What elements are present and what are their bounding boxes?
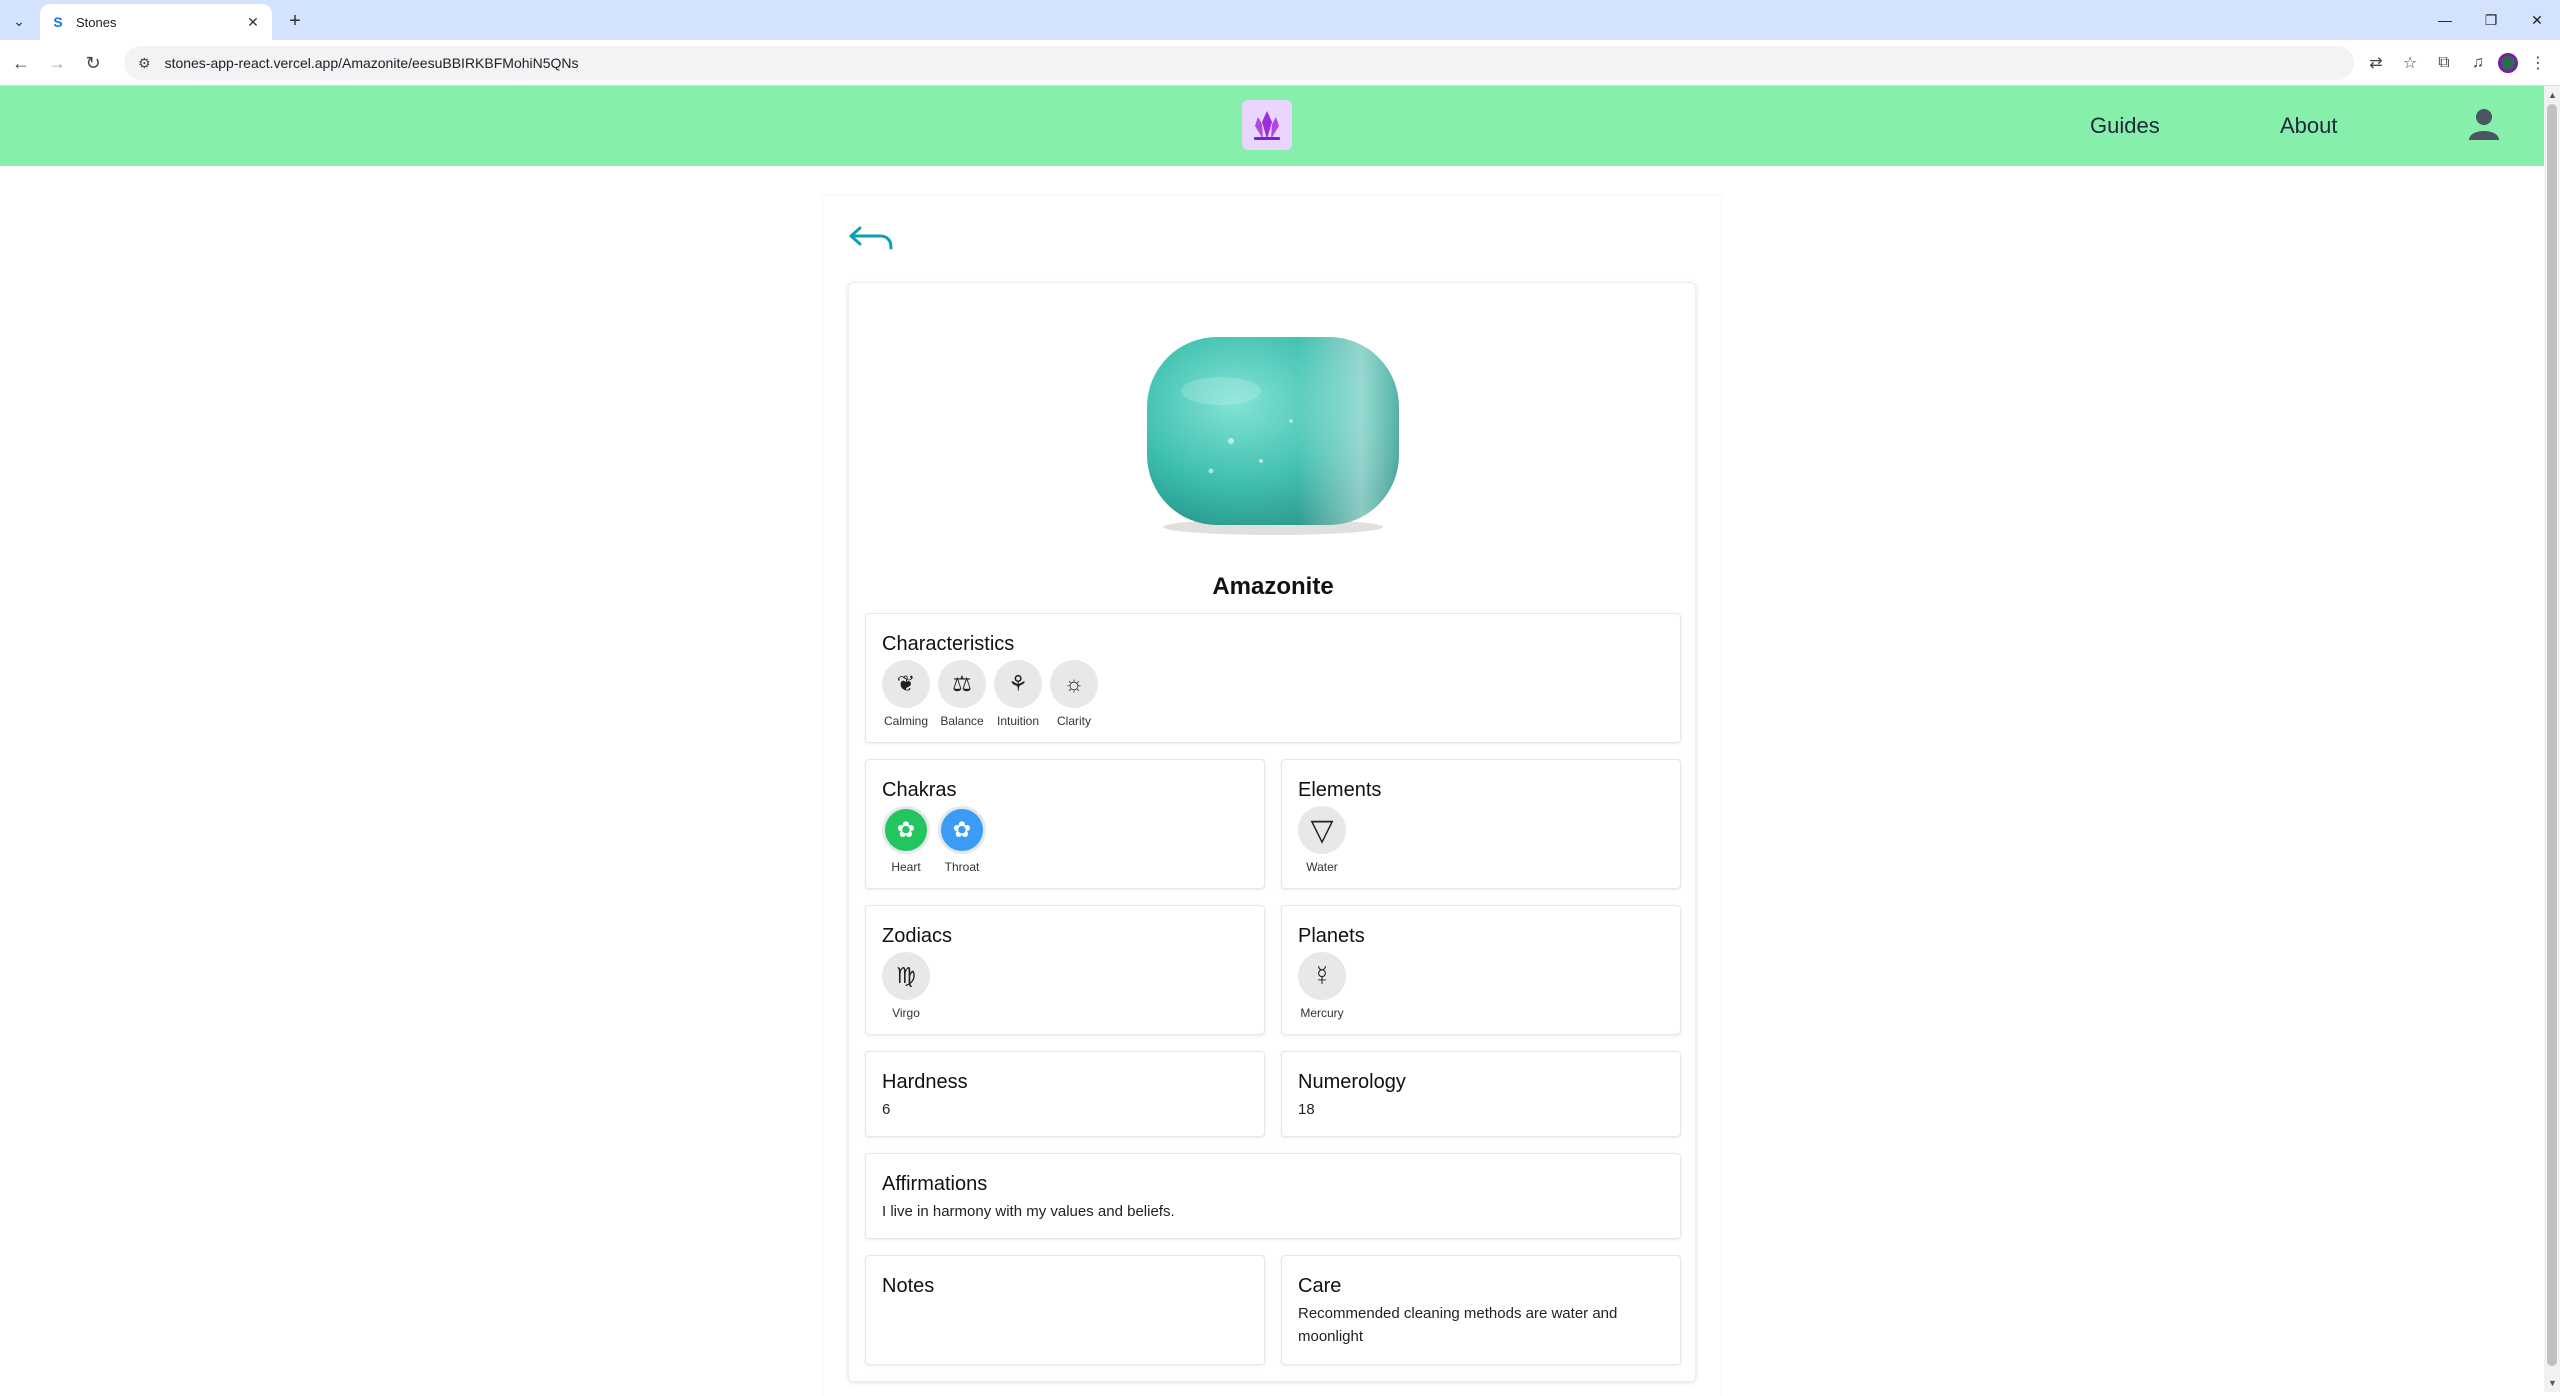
hardness-title: Hardness <box>882 1071 968 1093</box>
toolbar-actions: ⇄ ☆ ⧉ ♫ ⋮ <box>2362 50 2552 76</box>
page-scrollbar[interactable]: ▲ ▼ <box>2544 86 2560 1392</box>
planets-title: Planets <box>1298 925 1365 947</box>
user-account-icon[interactable] <box>2466 106 2502 142</box>
numerology-title: Numerology <box>1298 1071 1406 1093</box>
planets-section: Planets ☿ Mercury <box>1281 905 1681 1035</box>
care-value: Recommended cleaning methods are water a… <box>1298 1305 1618 1345</box>
hardness-section: Hardness 6 <box>865 1051 1265 1137</box>
element-water[interactable]: ▽ Water <box>1298 806 1346 874</box>
restore-icon[interactable]: ❐ <box>2468 0 2514 40</box>
crystal-logo-svg <box>1254 111 1280 140</box>
stone-name: Amazonite <box>1212 573 1334 600</box>
app-header: Guides About <box>0 86 2544 166</box>
translate-icon[interactable]: ⇄ <box>2362 50 2390 76</box>
scales-icon: ⚖ <box>938 660 986 708</box>
scroll-up-arrow-icon[interactable]: ▲ <box>2548 90 2557 100</box>
characteristic-clarity[interactable]: ☼ Clarity <box>1050 660 1098 728</box>
affirmations-section: Affirmations I live in harmony with my v… <box>865 1153 1681 1239</box>
notes-title: Notes <box>882 1275 935 1297</box>
address-bar[interactable]: ⚙ stones-app-react.vercel.app/Amazonite/… <box>124 46 2354 80</box>
chakras-list: ✿ Heart ✿ Throat <box>882 806 1248 874</box>
characteristic-label: Calming <box>883 714 928 728</box>
bookmark-star-icon[interactable]: ☆ <box>2396 50 2424 76</box>
planets-list: ☿ Mercury <box>1298 952 1664 1020</box>
minimize-icon[interactable]: — <box>2422 0 2468 40</box>
back-nav-icon[interactable]: ← <box>8 50 34 76</box>
characteristic-balance[interactable]: ⚖ Balance <box>938 660 986 728</box>
zodiacs-section: Zodiacs ♍ Virgo <box>865 905 1265 1035</box>
tab-list-chevron-icon[interactable]: ⌄ <box>6 8 32 34</box>
affirmations-value: I live in harmony with my values and bel… <box>882 1203 1175 1220</box>
third-eye-icon: ⚘ <box>994 660 1042 708</box>
characteristic-label: Balance <box>940 714 984 728</box>
characteristic-label: Intuition <box>996 714 1040 728</box>
care-title: Care <box>1298 1275 1342 1297</box>
tab-favicon-icon: S <box>53 14 63 30</box>
browser-tabstrip: ⌄ S Stones ✕ + — ❐ ✕ <box>0 0 2560 40</box>
hardness-value: 6 <box>882 1101 891 1118</box>
numerology-value: 18 <box>1298 1101 1315 1118</box>
stone-image <box>1147 337 1399 535</box>
chakra-label: Heart <box>891 860 921 874</box>
nav-link-guides[interactable]: Guides <box>2090 113 2160 139</box>
chakra-throat[interactable]: ✿ Throat <box>938 806 986 874</box>
chakras-title: Chakras <box>882 779 957 801</box>
numerology-section: Numerology 18 <box>1281 1051 1681 1137</box>
planet-label: Mercury <box>1300 1006 1344 1020</box>
url-text: stones-app-react.vercel.app/Amazonite/ee… <box>164 55 579 71</box>
lotus-icon: ❦ <box>882 660 930 708</box>
characteristic-label: Clarity <box>1056 714 1091 728</box>
elements-title: Elements <box>1298 779 1382 801</box>
profile-avatar-icon[interactable] <box>2498 53 2518 73</box>
reload-icon[interactable]: ↻ <box>80 50 106 76</box>
stone-card: Amazonite Characteristics ❦ Calming ⚖ Ba… <box>848 282 1696 1382</box>
scroll-thumb[interactable] <box>2547 104 2557 1366</box>
browser-menu-icon[interactable]: ⋮ <box>2524 50 2552 76</box>
heart-chakra-icon: ✿ <box>882 806 930 854</box>
elements-section: Elements ▽ Water <box>1281 759 1681 889</box>
forward-nav-icon[interactable]: → <box>44 50 70 76</box>
element-label: Water <box>1306 860 1338 874</box>
chakras-section: Chakras ✿ Heart ✿ Throat <box>865 759 1265 889</box>
tab-title: Stones <box>76 14 117 30</box>
notes-section: Notes <box>865 1255 1265 1365</box>
tab-close-icon[interactable]: ✕ <box>244 13 262 31</box>
zodiac-virgo[interactable]: ♍ Virgo <box>882 952 930 1020</box>
zodiacs-list: ♍ Virgo <box>882 952 1248 1020</box>
stone-detail-page: Amazonite Characteristics ❦ Calming ⚖ Ba… <box>824 196 1720 1396</box>
site-info-icon[interactable]: ⚙ <box>138 55 151 72</box>
characteristic-intuition[interactable]: ⚘ Intuition <box>994 660 1042 728</box>
extensions-puzzle-icon[interactable]: ⧉ <box>2430 50 2458 76</box>
planet-mercury[interactable]: ☿ Mercury <box>1298 952 1346 1020</box>
characteristics-title: Characteristics <box>882 633 1015 655</box>
window-controls: — ❐ ✕ <box>2422 0 2560 40</box>
sun-icon: ☼ <box>1050 660 1098 708</box>
care-section: Care Recommended cleaning methods are wa… <box>1281 1255 1681 1365</box>
elements-list: ▽ Water <box>1298 806 1664 874</box>
virgo-icon: ♍ <box>882 952 930 1000</box>
browser-toolbar: ← → ↻ ⚙ stones-app-react.vercel.app/Amaz… <box>0 40 2560 86</box>
browser-tab[interactable]: S Stones ✕ <box>40 4 272 40</box>
window-close-icon[interactable]: ✕ <box>2514 0 2560 40</box>
new-tab-plus-icon[interactable]: + <box>282 8 308 34</box>
back-arrow-icon[interactable] <box>848 224 894 254</box>
throat-chakra-icon: ✿ <box>938 806 986 854</box>
nav-link-about[interactable]: About <box>2280 113 2338 139</box>
mercury-icon: ☿ <box>1298 952 1346 1000</box>
media-control-icon[interactable]: ♫ <box>2464 50 2492 76</box>
characteristics-section: Characteristics ❦ Calming ⚖ Balance ⚘ In… <box>865 613 1681 743</box>
zodiac-label: Virgo <box>892 1006 920 1020</box>
crystal-logo-icon[interactable] <box>1242 100 1292 150</box>
zodiacs-title: Zodiacs <box>882 925 953 947</box>
scroll-down-arrow-icon[interactable]: ▼ <box>2548 1378 2557 1388</box>
affirmations-title: Affirmations <box>882 1173 988 1195</box>
chakra-label: Throat <box>944 860 980 874</box>
characteristics-list: ❦ Calming ⚖ Balance ⚘ Intuition ☼ Clarit… <box>882 660 1664 728</box>
characteristic-calming[interactable]: ❦ Calming <box>882 660 930 728</box>
chakra-heart[interactable]: ✿ Heart <box>882 806 930 874</box>
water-triangle-icon: ▽ <box>1298 806 1346 854</box>
